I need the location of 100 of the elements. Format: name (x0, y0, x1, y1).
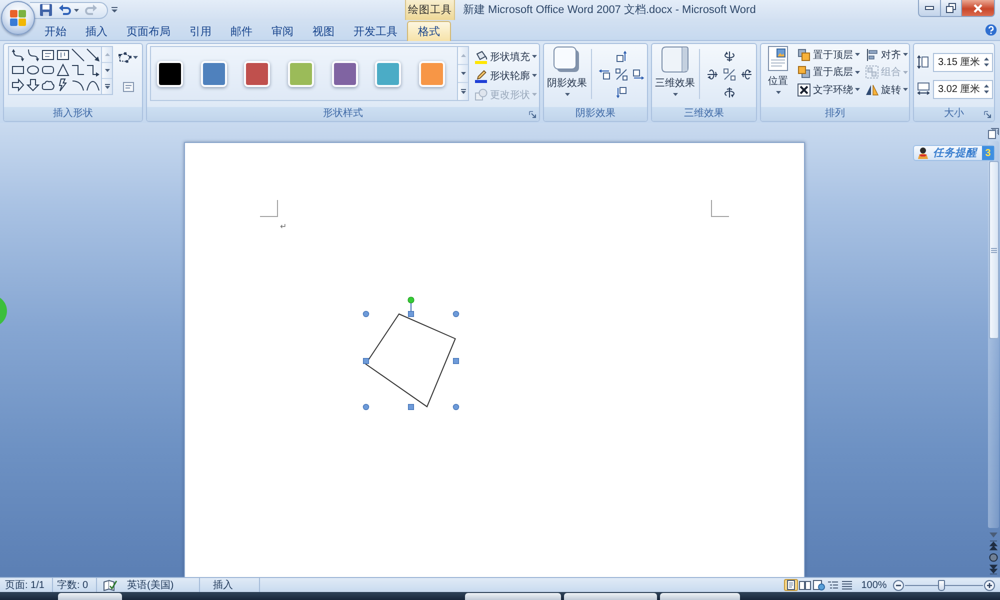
restore-button[interactable] (940, 0, 962, 17)
gallery-more-button[interactable] (102, 78, 112, 94)
tilt-left-icon[interactable] (706, 68, 719, 80)
tilt-up-icon[interactable] (723, 50, 736, 62)
spinner-icon[interactable] (984, 57, 989, 67)
style-swatch-icon[interactable] (157, 60, 183, 86)
gallery-down-button[interactable] (102, 62, 112, 78)
style-swatch-icon[interactable] (288, 60, 314, 86)
zoom-in-icon[interactable] (984, 580, 995, 590)
ribbon-tab[interactable]: 邮件 (221, 21, 262, 40)
gallery-down-button[interactable] (458, 64, 468, 82)
next-page-icon[interactable] (989, 564, 998, 575)
dropdown-button[interactable]: 旋转 (864, 81, 909, 98)
dialog-launcher-icon[interactable] (529, 111, 536, 118)
book-icon[interactable] (798, 579, 812, 591)
page-icon[interactable] (784, 579, 798, 591)
zoom-level[interactable]: 100% (859, 580, 889, 590)
elbow-connector-icon[interactable] (71, 63, 85, 77)
resize-handle[interactable] (452, 310, 460, 318)
elbow-arrow-connector-icon[interactable] (86, 63, 100, 77)
outline-list-icon[interactable] (826, 579, 840, 591)
spell-check-icon[interactable] (103, 579, 117, 591)
draft-lines-icon[interactable] (840, 579, 854, 591)
dropdown-button[interactable]: 对齐 (864, 46, 909, 64)
ribbon-tab[interactable]: 页面布局 (117, 21, 180, 40)
ribbon-tab[interactable]: 视图 (303, 21, 344, 40)
nudge-left-icon[interactable] (598, 68, 611, 80)
rectangle-icon[interactable] (11, 63, 25, 77)
line-icon[interactable] (71, 48, 85, 62)
dropdown-button[interactable]: 文字环绕 (796, 81, 861, 98)
previous-page-icon[interactable] (989, 540, 998, 551)
cloud-icon[interactable] (41, 78, 55, 92)
rounded-rectangle-icon[interactable] (41, 63, 55, 77)
style-swatch-icon[interactable] (200, 60, 227, 86)
task-reminder-button[interactable]: 任务提醒 3 (913, 145, 995, 161)
three-d-toggle-icon[interactable] (723, 68, 736, 80)
edit-points-icon[interactable] (118, 52, 132, 63)
shadow-effects-button[interactable]: 阴影效果 (547, 44, 587, 102)
dropdown-button[interactable]: 置于顶层 (796, 46, 861, 64)
globe-page-icon[interactable] (812, 579, 826, 591)
triangle-icon[interactable] (56, 63, 70, 77)
nudge-right-icon[interactable] (632, 68, 645, 80)
word-count[interactable]: 字数: 0 (57, 578, 88, 592)
vertical-text-box-icon[interactable] (56, 48, 70, 62)
gallery-more-button[interactable] (458, 82, 468, 100)
close-button[interactable] (961, 0, 995, 17)
dialog-launcher-icon[interactable] (984, 111, 991, 118)
ribbon-tab[interactable]: 审阅 (262, 21, 303, 40)
spinner-icon[interactable] (984, 84, 989, 94)
nudge-up-icon[interactable] (615, 50, 628, 62)
style-swatch-icon[interactable] (419, 60, 446, 86)
right-arrow-icon[interactable] (11, 78, 25, 92)
zoom-out-icon[interactable] (893, 580, 904, 590)
three-d-effects-button[interactable]: 三维效果 (655, 44, 695, 102)
zoom-slider-thumb[interactable] (938, 580, 946, 590)
style-swatch-icon[interactable] (332, 60, 358, 86)
style-swatch-icon[interactable] (375, 60, 402, 86)
language[interactable]: 英语(美国) (127, 578, 174, 592)
ruler-toggle-icon[interactable] (988, 128, 999, 139)
oval-icon[interactable] (26, 63, 40, 77)
height-field[interactable]: 3.15 厘米 (933, 52, 993, 72)
rotation-handle[interactable] (408, 296, 414, 312)
help-icon[interactable] (985, 24, 997, 36)
resize-handle[interactable] (362, 310, 370, 318)
ribbon-tab[interactable]: 插入 (76, 21, 117, 40)
insert-mode[interactable]: 插入 (213, 578, 233, 592)
down-arrow-icon[interactable] (26, 78, 40, 92)
dropdown-button[interactable]: 置于底层 (796, 64, 861, 81)
browse-object-icon[interactable] (989, 553, 998, 562)
style-swatch-icon[interactable] (244, 60, 270, 86)
arc-icon[interactable] (71, 78, 85, 92)
tilt-down-icon[interactable] (723, 86, 736, 98)
shadow-toggle-icon[interactable] (615, 68, 628, 80)
customize-caret-icon[interactable] (111, 7, 118, 13)
width-field[interactable]: 3.02 厘米 (933, 80, 993, 98)
text-box-icon[interactable] (41, 48, 55, 62)
scroll-thumb[interactable] (988, 161, 998, 339)
curved-arrow-connector-icon[interactable] (11, 48, 25, 62)
dropdown-button[interactable]: 形状填充 (473, 47, 538, 66)
ribbon-tab[interactable]: 引用 (180, 21, 221, 40)
resize-handle[interactable] (452, 404, 460, 410)
quadrilateral-shape[interactable] (365, 313, 456, 408)
minimize-button[interactable] (918, 0, 941, 17)
ribbon-tab[interactable]: 开发工具 (344, 21, 407, 40)
ribbon-tab[interactable]: 开始 (35, 21, 76, 40)
undo-icon[interactable] (58, 3, 72, 17)
resize-handle[interactable] (408, 404, 414, 410)
resize-handle[interactable] (408, 311, 414, 317)
resize-handle[interactable] (363, 358, 369, 364)
curve-icon[interactable] (86, 78, 100, 92)
resize-handle[interactable] (453, 358, 459, 364)
curved-connector-icon[interactable] (26, 48, 40, 62)
page-count[interactable]: 页面: 1/1 (5, 578, 44, 592)
save-icon[interactable] (39, 3, 53, 17)
dropdown-button[interactable]: 形状轮廓 (473, 66, 538, 85)
position-button[interactable]: 位置 (764, 44, 792, 102)
resize-handle[interactable] (362, 404, 370, 410)
ribbon-tab[interactable]: 格式 (407, 21, 451, 41)
arrow-line-icon[interactable] (86, 48, 100, 62)
nudge-down-icon[interactable] (615, 86, 628, 98)
